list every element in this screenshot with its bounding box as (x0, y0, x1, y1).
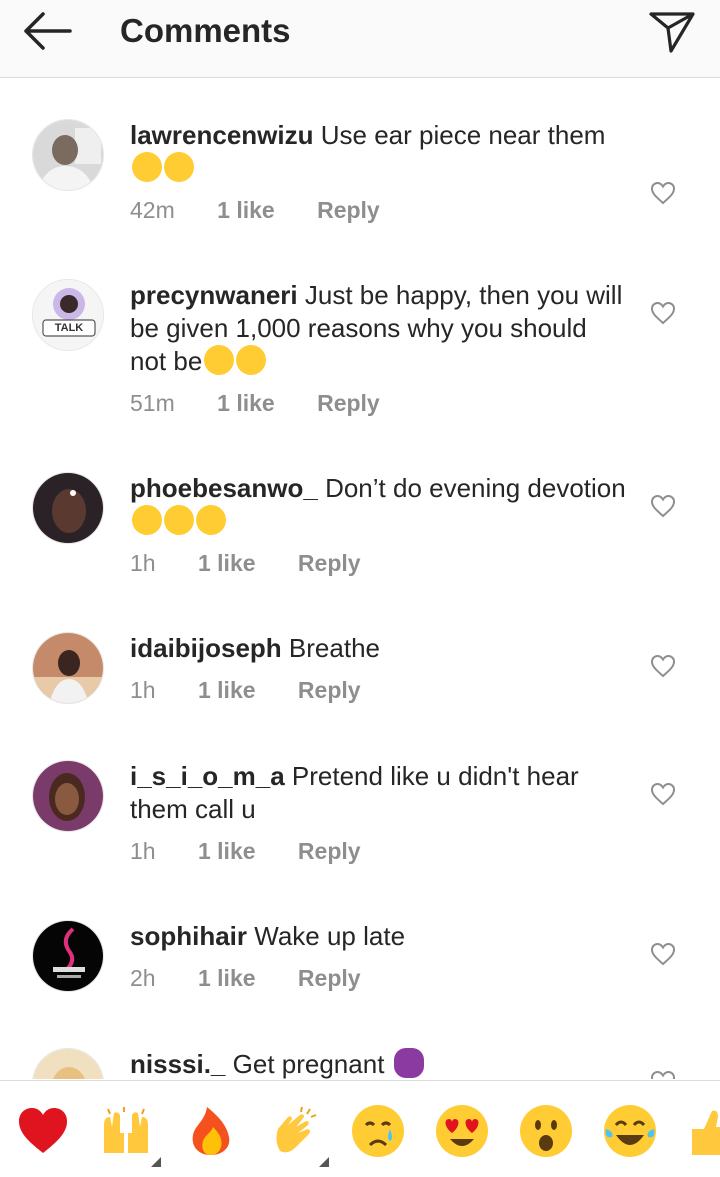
paper-plane-icon (649, 12, 695, 53)
heart-icon[interactable] (650, 782, 676, 806)
comment-time: 1h (130, 550, 156, 576)
comment-meta: 51m 1 like Reply (130, 390, 630, 420)
comment-username[interactable]: precynwaneri (130, 280, 298, 310)
reply-button[interactable]: Reply (317, 390, 380, 417)
comment-body: Get pregnant (232, 1049, 385, 1079)
rolling-laughing-emoji-icon (164, 505, 194, 535)
comment-body: Breathe (288, 633, 380, 663)
rolling-laughing-emoji-icon (132, 152, 162, 182)
reply-button[interactable]: Reply (298, 838, 361, 865)
comment-meta: 1h 1 like Reply (130, 677, 630, 707)
reply-button[interactable]: Reply (317, 197, 380, 224)
avatar[interactable] (32, 119, 104, 191)
rolling-laughing-emoji-icon (196, 505, 226, 535)
comment-likes[interactable]: 1 like (217, 197, 275, 224)
comment-meta: 1h 1 like Reply (130, 550, 630, 580)
comment-username[interactable]: idaibijoseph (130, 633, 282, 663)
avatar[interactable] (32, 472, 104, 544)
rolling-laughing-emoji-icon (132, 505, 162, 535)
heart-icon[interactable] (650, 181, 676, 205)
avatar-badge-text: TALK (54, 322, 84, 334)
comment-text: idaibijoseph Breathe (130, 632, 630, 665)
comment-text: phoebesanwo_ Don’t do evening devotion (130, 472, 630, 538)
avatar[interactable] (32, 1048, 104, 1079)
reply-button[interactable]: Reply (298, 965, 361, 992)
heart-icon[interactable] (650, 301, 676, 325)
comment-username[interactable]: i_s_i_o_m_a (130, 761, 285, 791)
variant-indicator-icon (151, 1157, 161, 1167)
comment-body: Don’t do evening devotion (325, 473, 626, 503)
avatar[interactable] (32, 920, 104, 992)
comment-text: lawrencenwizu Use ear piece near them (130, 119, 630, 185)
comment-time: 51m (130, 390, 175, 416)
share-button[interactable] (646, 6, 698, 54)
comment-time: 1h (130, 677, 156, 703)
comment-time: 42m (130, 197, 175, 223)
comment-likes[interactable]: 1 like (198, 965, 256, 992)
comment-body: Use ear piece near them (320, 120, 606, 150)
heart-icon[interactable] (650, 1070, 676, 1079)
comment-likes[interactable]: 1 like (198, 838, 256, 865)
back-button[interactable] (18, 8, 78, 54)
comment-username[interactable]: lawrencenwizu (130, 120, 314, 150)
variant-indicator-icon (319, 1157, 329, 1167)
comment-time: 1h (130, 838, 156, 864)
tears-of-joy-face-icon[interactable] (602, 1103, 658, 1159)
comments-list[interactable]: lawrencenwizu Use ear piece near them 42… (0, 79, 720, 1079)
comment-meta: 42m 1 like Reply (130, 197, 630, 227)
avatar[interactable] (32, 632, 104, 704)
crying-face-icon[interactable] (350, 1103, 406, 1159)
heart-icon[interactable] (650, 654, 676, 678)
comment-text: precynwaneri Just be happy, then you wil… (130, 279, 630, 378)
reply-button[interactable]: Reply (298, 550, 361, 577)
comment-likes[interactable]: 1 like (198, 550, 256, 577)
heart-eyes-face-icon[interactable] (434, 1103, 490, 1159)
emoji-quick-bar (0, 1080, 720, 1177)
page-title: Comments (120, 12, 291, 49)
surprised-face-icon[interactable] (518, 1103, 574, 1159)
comment-meta: 2h 1 like Reply (130, 965, 630, 995)
thumbs-up-icon[interactable] (686, 1103, 720, 1159)
comment-username[interactable]: sophihair (130, 921, 247, 951)
red-heart-icon[interactable] (15, 1103, 71, 1159)
tears-of-joy-emoji-icon (204, 345, 235, 375)
back-arrow-icon (24, 12, 72, 50)
raising-hands-icon[interactable] (98, 1103, 154, 1159)
comment-likes[interactable]: 1 like (217, 390, 275, 417)
comment-meta: 1h 1 like Reply (130, 838, 630, 868)
heart-icon[interactable] (650, 942, 676, 966)
avatar[interactable] (32, 760, 104, 832)
pregnant-woman-emoji-icon (393, 1048, 424, 1078)
rolling-laughing-emoji-icon (164, 152, 194, 182)
comment-text: sophihair Wake up late (130, 920, 630, 953)
fire-icon[interactable] (183, 1103, 239, 1159)
reply-button[interactable]: Reply (298, 677, 361, 704)
comment-time: 2h (130, 965, 156, 991)
comment-username[interactable]: nisssi._ (130, 1049, 225, 1079)
comment-likes[interactable]: 1 like (198, 677, 256, 704)
comment-username[interactable]: phoebesanwo_ (130, 473, 318, 503)
comment-text: i_s_i_o_m_a Pretend like u didn't hear t… (130, 760, 630, 826)
clapping-hands-icon[interactable] (268, 1103, 324, 1159)
heart-icon[interactable] (650, 494, 676, 518)
comment-text: nisssi._ Get pregnant (130, 1048, 630, 1079)
tears-of-joy-emoji-icon (236, 345, 267, 375)
avatar[interactable]: TALK (32, 279, 104, 351)
comment-body: Wake up late (254, 921, 406, 951)
top-bar: Comments (0, 0, 720, 78)
